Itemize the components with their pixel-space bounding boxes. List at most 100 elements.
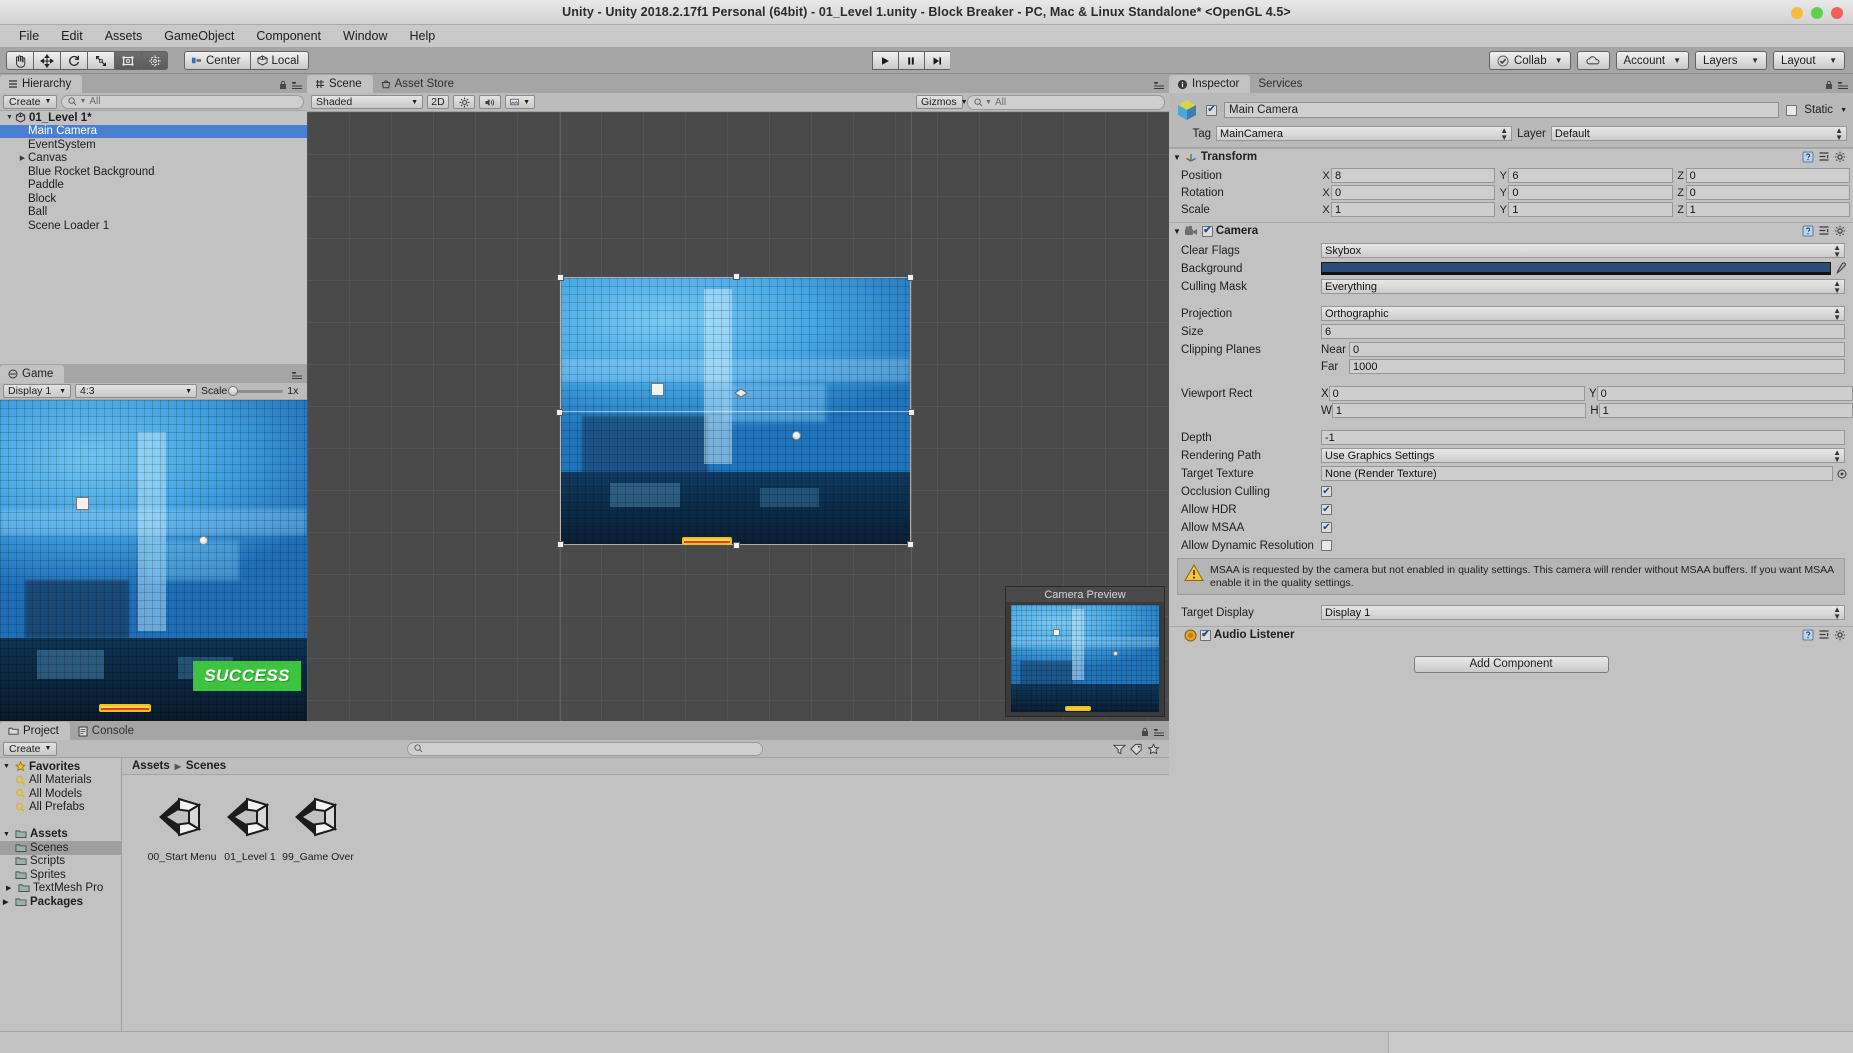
rotation-y-field[interactable]: 0 [1508,185,1673,200]
account-button[interactable]: Account ▼ [1615,51,1689,70]
project-tree-scripts[interactable]: Scripts [0,855,121,869]
hierarchy-create-button[interactable]: Create ▼ [3,94,58,109]
tab-project[interactable]: Project [0,722,70,740]
static-checkbox[interactable] [1786,104,1798,116]
projection-dropdown[interactable]: Orthographic ▲ ▼ [1321,306,1845,321]
project-tree-favorites[interactable]: ▼ Favorites [0,760,121,774]
camera-component-header[interactable]: ▼ Camera [1169,222,1853,239]
scale-x-field[interactable]: 1 [1331,202,1496,217]
position-y-field[interactable]: 6 [1508,168,1673,183]
cloud-button[interactable] [1576,51,1610,70]
project-tree-scenes[interactable]: Scenes [0,841,121,855]
hand-tool-button[interactable] [6,51,33,70]
scene-search-input[interactable]: ▼ All [967,94,1165,110]
collab-button[interactable]: Collab ▼ [1488,51,1571,70]
pause-button[interactable] [897,51,924,70]
hierarchy-item-canvas[interactable]: ▶ Canvas [0,152,307,166]
preset-icon[interactable] [1818,225,1830,237]
maximize-button[interactable] [1811,6,1823,19]
allow-hdr-checkbox[interactable] [1321,504,1332,515]
scale-tool-button[interactable] [87,51,114,70]
preset-icon[interactable] [1818,629,1830,641]
minimize-button[interactable] [1791,6,1803,19]
scene-lighting-toggle[interactable] [453,95,475,109]
project-create-button[interactable]: Create ▼ [3,741,58,756]
viewport-h-field[interactable]: 1 [1598,403,1853,418]
project-tree-all-models[interactable]: All Models [0,787,121,801]
filter-by-type-icon[interactable] [1112,743,1126,755]
collapse-arrow-icon[interactable]: ▼ [3,763,12,770]
scale-z-field[interactable]: 1 [1685,202,1850,217]
breadcrumb-assets[interactable]: Assets [132,760,170,772]
game-scale-slider-knob[interactable] [228,385,239,396]
allow-dynamic-resolution-checkbox[interactable] [1321,540,1332,551]
project-tree-assets[interactable]: ▼ Assets [0,828,121,842]
rect-handle-bc[interactable] [733,542,740,549]
gear-icon[interactable] [1834,151,1847,163]
hierarchy-search-input[interactable]: ▼ All [61,94,304,109]
menu-component[interactable]: Component [245,26,332,46]
tab-game[interactable]: Game [0,365,65,383]
tab-services[interactable]: Services [1250,75,1313,93]
tab-asset-store[interactable]: Asset Store [373,75,465,93]
layout-button[interactable]: Layout ▼ [1773,51,1845,70]
position-z-field[interactable]: 0 [1685,168,1850,183]
depth-field[interactable]: -1 [1321,430,1845,445]
viewport-w-field[interactable]: 1 [1331,403,1587,418]
hierarchy-scene-row[interactable]: ▼ 01_Level 1* [0,111,307,125]
scene-gizmos-dropdown[interactable]: Gizmos ▼ [916,95,968,109]
filter-by-label-icon[interactable] [1130,743,1143,755]
layer-dropdown[interactable]: Default ▲ ▼ [1550,126,1847,141]
position-x-field[interactable]: 8 [1331,168,1496,183]
rotation-x-field[interactable]: 0 [1331,185,1496,200]
object-enabled-checkbox[interactable] [1206,104,1217,116]
clipping-far-field[interactable]: 1000 [1349,359,1845,374]
rect-handle-tc[interactable] [733,273,740,280]
rect-tool-button[interactable] [114,51,141,70]
clear-flags-dropdown[interactable]: Skybox ▲ ▼ [1321,243,1845,258]
help-icon[interactable] [1802,151,1814,163]
transform-component-header[interactable]: ▼ Transform [1169,148,1853,165]
expand-arrow-icon[interactable]: ▶ [6,884,15,892]
allow-msaa-checkbox[interactable] [1321,522,1332,533]
close-button[interactable] [1831,6,1843,19]
tab-scene[interactable]: Scene [307,75,373,93]
hierarchy-list[interactable]: ▼ 01_Level 1* Main Camera EventSystem ▶ … [0,111,307,364]
project-tree[interactable]: ▼ Favorites All Materials All Models All… [0,758,122,1053]
layers-button[interactable]: Layers ▼ [1695,51,1767,70]
clipping-near-field[interactable]: 0 [1349,342,1845,357]
tab-inspector[interactable]: Inspector [1169,75,1251,93]
collapse-arrow-icon[interactable]: ▼ [3,831,12,838]
pivot-center-button[interactable]: Center [184,51,250,70]
menu-assets[interactable]: Assets [94,26,154,46]
rect-handle-tr[interactable] [907,274,914,281]
hierarchy-item-blue-rocket-background[interactable]: Blue Rocket Background [0,165,307,179]
chevron-down-icon[interactable]: ▼ [1840,107,1847,114]
rendering-path-dropdown[interactable]: Use Graphics Settings ▲ ▼ [1321,448,1845,463]
culling-mask-dropdown[interactable]: Everything ▲ ▼ [1321,279,1845,294]
asset-item[interactable]: 01_Level 1 [216,791,284,863]
hierarchy-item-eventsystem[interactable]: EventSystem [0,138,307,152]
favorite-star-icon[interactable] [1147,742,1160,755]
add-component-button[interactable]: Add Component [1413,656,1609,673]
step-button[interactable] [923,51,950,70]
collapse-arrow-icon[interactable]: ▼ [4,114,15,121]
size-field[interactable]: 6 [1321,324,1845,339]
game-display-dropdown[interactable]: Display 1 ▼ [3,384,71,398]
expand-arrow-icon[interactable]: ▶ [17,154,28,162]
menu-gameobject[interactable]: GameObject [153,26,245,46]
scene-fx-dropdown[interactable]: ▼ [505,95,535,109]
project-tree-textmesh-pro[interactable]: ▶ TextMesh Pro [0,882,121,896]
expand-arrow-icon[interactable]: ▶ [3,898,12,906]
asset-item[interactable]: 99_Game Over [282,791,354,863]
tab-hierarchy[interactable]: Hierarchy [0,75,83,93]
project-tree-packages[interactable]: ▶ Packages [0,895,121,909]
transform-tool-button[interactable] [141,51,168,70]
scale-y-field[interactable]: 1 [1508,202,1673,217]
game-aspect-dropdown[interactable]: 4:3 ▼ [75,384,197,398]
project-tree-all-materials[interactable]: All Materials [0,774,121,788]
preset-icon[interactable] [1818,151,1830,163]
tab-console[interactable]: Console [70,722,145,740]
tag-dropdown[interactable]: MainCamera ▲ ▼ [1216,126,1513,141]
target-texture-field[interactable]: None (Render Texture) [1321,466,1833,481]
